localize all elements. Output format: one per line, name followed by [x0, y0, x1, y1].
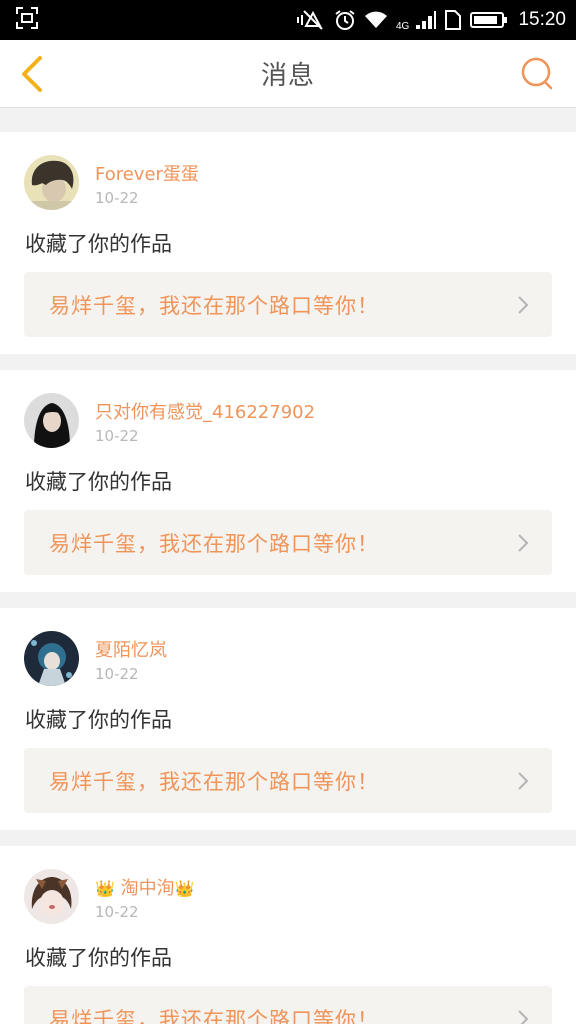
message-card: 只对你有感觉_416227902 10-22 收藏了你的作品 易烊千玺，我还在那…	[0, 370, 576, 592]
action-text: 收藏了你的作品	[25, 708, 172, 732]
work-link[interactable]: 易烊千玺，我还在那个路口等你！	[24, 510, 552, 575]
user-name[interactable]: Forever蛋蛋	[95, 160, 199, 186]
chevron-right-icon	[518, 1009, 529, 1024]
search-icon	[521, 57, 553, 90]
message-list[interactable]: Forever蛋蛋 10-22 收藏了你的作品 易烊千玺，我还在那个路口等你！ …	[0, 116, 576, 1024]
alarm-icon	[334, 9, 356, 31]
message-card: Forever蛋蛋 10-22 收藏了你的作品 易烊千玺，我还在那个路口等你！	[0, 132, 576, 354]
avatar[interactable]	[24, 631, 79, 686]
page-title: 消息	[260, 61, 315, 91]
signal-icon: 4G	[396, 9, 437, 31]
message-card: 👑 淘中洵👑 10-22 收藏了你的作品 易烊千玺，我还在那个路口等你！	[0, 846, 576, 1024]
work-title: 易烊千玺，我还在那个路口等你！	[49, 531, 379, 556]
search-button[interactable]	[520, 56, 554, 92]
back-button[interactable]	[14, 52, 50, 96]
chevron-left-icon	[22, 56, 42, 92]
screenshot-icon	[16, 7, 38, 33]
work-title: 易烊千玺，我还在那个路口等你！	[49, 293, 379, 318]
message-date: 10-22	[95, 427, 139, 445]
message-card: 夏陌忆岚 10-22 收藏了你的作品 易烊千玺，我还在那个路口等你！	[0, 608, 576, 830]
avatar[interactable]	[24, 869, 79, 924]
work-link[interactable]: 易烊千玺，我还在那个路口等你！	[24, 748, 552, 813]
wifi-icon	[364, 10, 388, 30]
work-title: 易烊千玺，我还在那个路口等你！	[49, 769, 379, 794]
action-text: 收藏了你的作品	[25, 232, 172, 256]
message-date: 10-22	[95, 665, 139, 683]
status-time: 15:20	[518, 9, 566, 30]
nav-bar: 消息	[0, 40, 576, 108]
user-name[interactable]: 夏陌忆岚	[95, 636, 167, 662]
chevron-right-icon	[518, 533, 529, 552]
work-link[interactable]: 易烊千玺，我还在那个路口等你！	[24, 986, 552, 1024]
battery-icon	[470, 11, 508, 29]
sim-icon	[444, 9, 462, 31]
crown-icon: 👑	[174, 879, 195, 898]
chevron-right-icon	[518, 771, 529, 790]
avatar[interactable]	[24, 393, 79, 448]
action-text: 收藏了你的作品	[25, 946, 172, 970]
vibrate-mute-icon	[296, 9, 326, 31]
chevron-right-icon	[518, 295, 529, 314]
work-title: 易烊千玺，我还在那个路口等你！	[49, 1007, 379, 1024]
message-date: 10-22	[95, 903, 139, 921]
crown-icon: 👑	[95, 879, 115, 898]
message-date: 10-22	[95, 189, 139, 207]
status-bar: 4G 15:20	[0, 0, 576, 40]
user-name[interactable]: 只对你有感觉_416227902	[95, 398, 315, 424]
user-name[interactable]: 👑 淘中洵👑	[95, 874, 195, 900]
action-text: 收藏了你的作品	[25, 470, 172, 494]
work-link[interactable]: 易烊千玺，我还在那个路口等你！	[24, 272, 552, 337]
user-name-text: 淘中洵	[120, 878, 175, 899]
svg-text:4G: 4G	[396, 21, 410, 31]
avatar[interactable]	[24, 155, 79, 210]
